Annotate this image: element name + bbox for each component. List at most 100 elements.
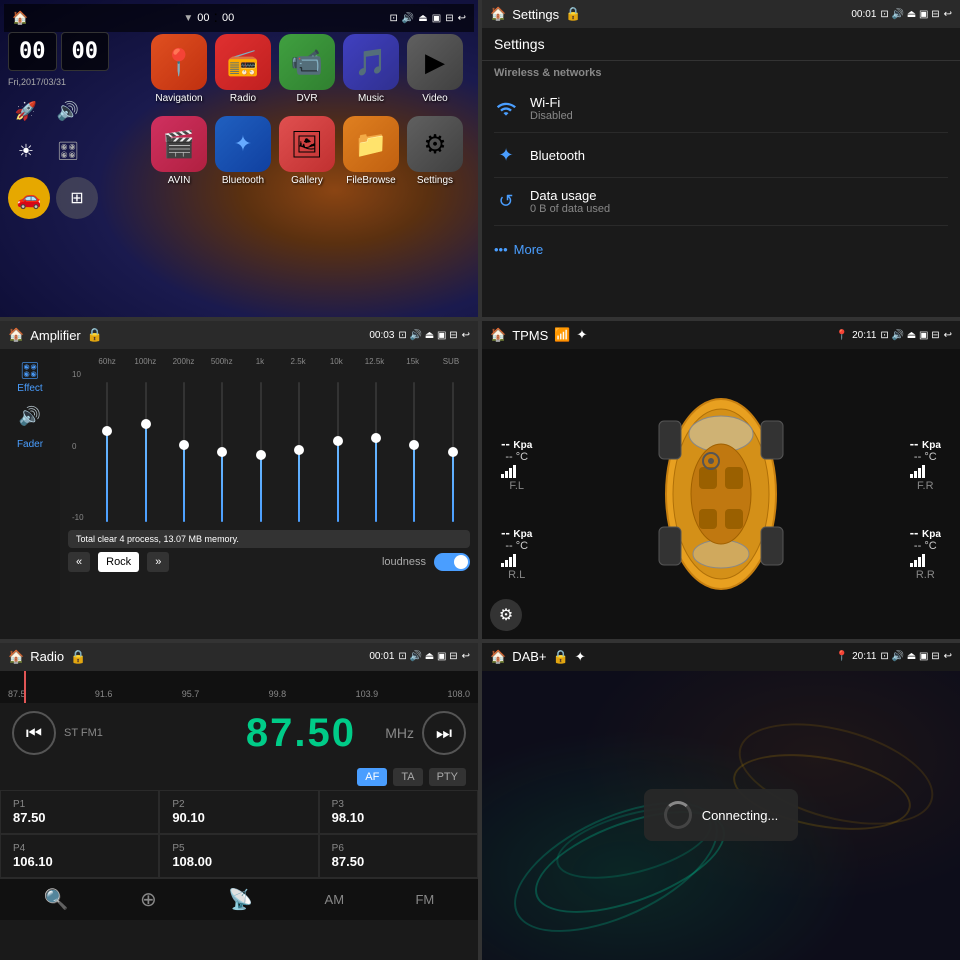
eq-next-btn[interactable]: » (147, 552, 169, 572)
eq-slider-9[interactable] (436, 370, 470, 522)
amp-status-bar: 🏠 Amplifier 🔒 00:03 ⊡ 🔊 ⏏ ▣ ⊟ ↩ (0, 321, 478, 349)
freq-2-5k: 2.5k (279, 357, 317, 366)
radio-tag-ta[interactable]: TA (393, 768, 422, 786)
settings-label: Settings (417, 175, 453, 186)
rl-label: R.L (501, 569, 532, 581)
eq-slider-3[interactable] (205, 370, 239, 522)
settings-page-header: Settings (482, 28, 960, 61)
bluetooth-label: Bluetooth (222, 175, 264, 186)
music-icon: 🎵 (343, 34, 399, 90)
home-time: 00 (197, 12, 209, 24)
back-icon[interactable]: ↩ (458, 13, 466, 24)
freq-15k: 15k (394, 357, 432, 366)
tpms-home-icon[interactable]: 🏠 (490, 327, 506, 343)
settings-back-icon[interactable]: ↩ (944, 9, 952, 20)
radio-next-btn[interactable]: ⏭ (422, 711, 466, 755)
eq-prev-btn[interactable]: « (68, 552, 90, 572)
settings-item-data[interactable]: ↺ Data usage 0 B of data used (494, 178, 948, 226)
eq-preset-rock[interactable]: Rock (98, 552, 139, 572)
amp-effect-btn[interactable]: 🎛 Effect (13, 357, 46, 398)
home-icon[interactable]: 🏠 (12, 10, 28, 26)
radio-antenna-icon[interactable]: 📡 (228, 887, 253, 912)
home-time2: 00 (222, 12, 234, 24)
volume-icon-btn[interactable]: 🔊 (50, 93, 86, 129)
app-bluetooth[interactable]: ✦ Bluetooth (215, 116, 271, 186)
radio-fm-btn[interactable]: FM (415, 892, 434, 907)
radio-st-label: ST FM1 (64, 727, 217, 739)
bluetooth-item-text: Bluetooth (530, 148, 948, 163)
eq-slider-4[interactable] (244, 370, 278, 522)
wifi-icon (494, 97, 518, 121)
preset-4[interactable]: P4 106.10 (0, 834, 159, 878)
eq-slider-5[interactable] (282, 370, 316, 522)
radio-am-btn[interactable]: AM (325, 892, 345, 907)
rocket-icon-btn[interactable]: 🚀 (8, 93, 44, 129)
eq-slider-7[interactable] (359, 370, 393, 522)
eq-tooltip-area: Total clear 4 process, 13.07 MB memory. (68, 530, 470, 548)
navigation-label: Navigation (155, 93, 202, 104)
preset-6[interactable]: P6 87.50 (319, 834, 478, 878)
app-video[interactable]: ▶ Video (407, 34, 463, 104)
dab-time: 20:11 (852, 651, 876, 662)
preset-2[interactable]: P2 90.10 (159, 790, 318, 834)
data-item-text: Data usage 0 B of data used (530, 188, 948, 215)
amp-fader-btn[interactable]: Fader (13, 435, 47, 454)
eq-slider-0[interactable] (90, 370, 124, 522)
app-gallery[interactable]: 🖼 Gallery (279, 116, 335, 186)
eq-slider-8[interactable] (397, 370, 431, 522)
freq-108: 108.0 (447, 689, 470, 699)
radio-back-icon[interactable]: ↩ (462, 651, 470, 662)
panel-tpms: 🏠 TPMS 📶 ✦ 📍 20:11 ⊡ 🔊 ⏏ ▣ ⊟ ↩ -- Kpa --… (482, 321, 960, 638)
eq-slider-1[interactable] (128, 370, 162, 522)
tpms-settings-btn[interactable]: ⚙ (490, 599, 522, 631)
settings-home-icon[interactable]: 🏠 (490, 6, 506, 22)
rr-label: R.R (910, 569, 941, 581)
amp-volume-icon[interactable]: 🔊 (19, 406, 41, 427)
preset-3[interactable]: P3 98.10 (319, 790, 478, 834)
radio-time: 00:01 (369, 651, 394, 662)
radio-tag-pty[interactable]: PTY (429, 768, 466, 786)
eq-slider-2[interactable] (167, 370, 201, 522)
app-music[interactable]: 🎵 Music (343, 34, 399, 104)
car-icon-btn[interactable]: 🚗 (8, 177, 50, 219)
volume-icon[interactable]: 🔊 (402, 13, 414, 24)
freq-1k: 1k (241, 357, 279, 366)
settings-item-bluetooth[interactable]: ✦ Bluetooth (494, 133, 948, 178)
radio-home-icon[interactable]: 🏠 (8, 649, 24, 665)
app-filebrowse[interactable]: 📁 FileBrowse (343, 116, 399, 186)
amp-back-icon[interactable]: ↩ (462, 330, 470, 341)
car-diagram-svg (641, 379, 801, 609)
amp-home-icon[interactable]: 🏠 (8, 327, 24, 343)
radio-tag-af[interactable]: AF (357, 768, 387, 786)
brightness-icon-btn[interactable]: ☀ (8, 133, 44, 169)
eq-slider-6[interactable] (320, 370, 354, 522)
radio-prev-btn[interactable]: ⏮ (12, 711, 56, 755)
settings-item-wifi[interactable]: Wi-Fi Disabled (494, 85, 948, 133)
dab-back-icon[interactable]: ↩ (944, 651, 952, 662)
radio-search-icon[interactable]: 🔍 (44, 887, 69, 912)
tpms-back-icon[interactable]: ↩ (944, 330, 952, 341)
settings-title-bar: Settings (512, 7, 559, 22)
navigation-icon: 📍 (151, 34, 207, 90)
app-dvr[interactable]: 📹 DVR (279, 34, 335, 104)
dab-home-icon[interactable]: 🏠 (490, 649, 506, 665)
app-settings[interactable]: ⚙ Settings (407, 116, 463, 186)
power-icon: ⊟ (445, 13, 453, 24)
loudness-toggle[interactable] (434, 553, 470, 571)
radio-link-icon[interactable]: ⊕ (140, 887, 157, 912)
app-avin[interactable]: 🎬 AVIN (151, 116, 207, 186)
time-hours: 00 (8, 32, 57, 71)
dots-icon-btn[interactable]: ⊞ (56, 177, 98, 219)
app-radio[interactable]: 📻 Radio (215, 34, 271, 104)
freq-103: 103.9 (356, 689, 379, 699)
tpms-time: 20:11 (852, 330, 876, 341)
app-navigation[interactable]: 📍 Navigation (151, 34, 207, 104)
settings-more[interactable]: ••• More (482, 232, 960, 267)
app-row-2: 🎬 AVIN ✦ Bluetooth 🖼 Gallery 📁 FileBrows… (140, 110, 474, 192)
equalizer-icon-btn[interactable]: 🎛 (50, 133, 86, 169)
preset-1[interactable]: P1 87.50 (0, 790, 159, 834)
amp-status-icons: ⊡ 🔊 ⏏ ▣ ⊟ (398, 330, 457, 341)
preset-5[interactable]: P5 108.00 (159, 834, 318, 878)
avin-icon: 🎬 (151, 116, 207, 172)
freq-60: 60hz (88, 357, 126, 366)
